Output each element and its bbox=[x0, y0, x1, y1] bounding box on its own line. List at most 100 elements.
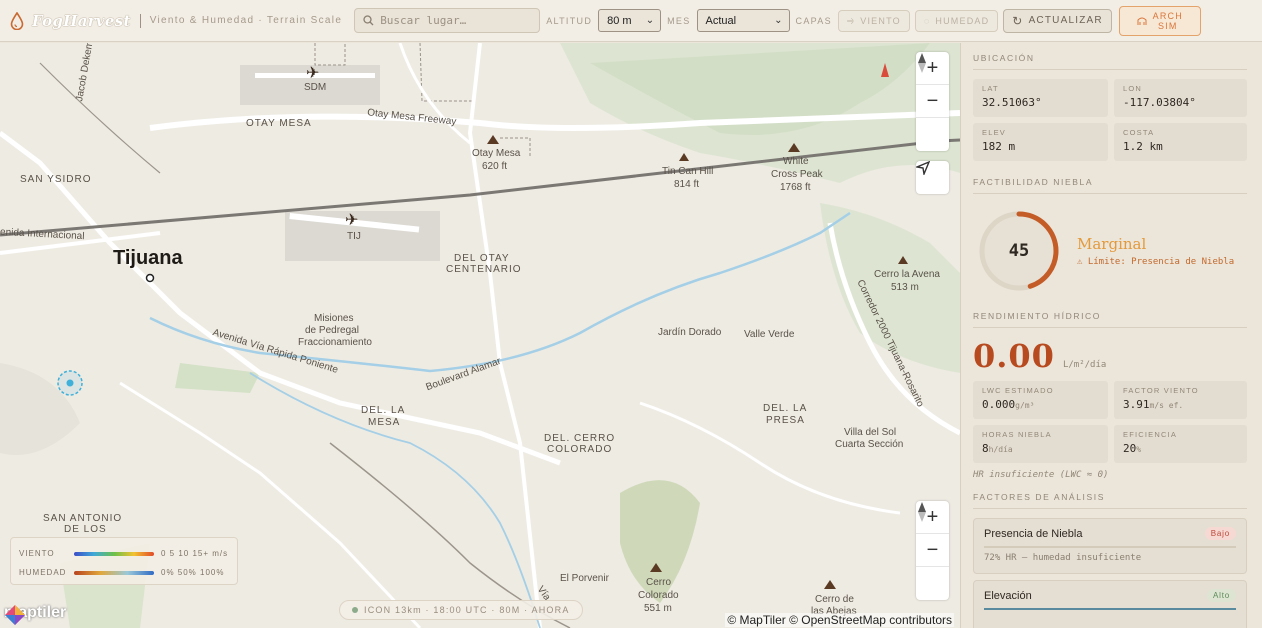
compass-button[interactable] bbox=[916, 502, 949, 600]
wind-gradient bbox=[74, 551, 154, 556]
feasibility-rating: Marginal bbox=[1077, 235, 1147, 253]
drop-logo-icon bbox=[10, 11, 24, 30]
search-icon bbox=[363, 15, 374, 26]
factor-progress bbox=[984, 608, 1236, 610]
yield-unit: L/m²/día bbox=[1062, 360, 1107, 370]
map-label: Jardín Dorado bbox=[658, 327, 722, 338]
fog-hours-value: 8 bbox=[982, 442, 989, 455]
layer-wind-label: VIENTO bbox=[860, 15, 901, 26]
humidity-legend-label: HUMEDAD bbox=[19, 568, 67, 577]
wind-scale: 0 5 10 15+ m/s bbox=[161, 549, 229, 558]
lat-cell: LAT 32.51063° bbox=[973, 79, 1108, 117]
humidity-gradient bbox=[74, 570, 154, 575]
elev-value: 182 m bbox=[982, 140, 1016, 153]
wind-legend-label: VIENTO bbox=[19, 549, 55, 558]
compass-icon bbox=[918, 53, 926, 73]
factor-description: 72% HR — humedad insuficiente bbox=[984, 553, 1142, 563]
navigation-arrow-icon bbox=[916, 161, 930, 175]
map-label: Misiones bbox=[314, 313, 354, 324]
search-box[interactable] bbox=[354, 8, 541, 33]
arch-label: ARCH bbox=[1152, 10, 1183, 21]
factor-name: Elevación bbox=[984, 589, 1032, 602]
lwc-unit: g/m³ bbox=[1015, 401, 1035, 410]
map-label: Cerro de bbox=[815, 594, 854, 605]
status-text: ICON 13km · 18:00 UTC · 80M · AHORA bbox=[364, 605, 570, 615]
arch-icon bbox=[1137, 17, 1147, 25]
compass-button[interactable] bbox=[916, 53, 949, 151]
coast-value: 1.2 km bbox=[1123, 140, 1163, 153]
fog-section-title: FACTIBILIDAD NIEBLA bbox=[973, 177, 1247, 194]
divider bbox=[139, 13, 141, 28]
feasibility-gauge: 45 bbox=[973, 205, 1065, 297]
zoom-out-button[interactable]: − bbox=[916, 534, 949, 567]
sim-label: SIM bbox=[1157, 20, 1178, 31]
elev-cell: ELEV 182 m bbox=[973, 123, 1108, 161]
altitude-select[interactable]: 80 m ⌄ bbox=[598, 9, 662, 32]
map-label: DE LOS bbox=[64, 524, 107, 535]
fog-hours-label: HORAS NIEBLA bbox=[982, 430, 1052, 439]
wind-legend-row: VIENTO 0 5 10 15+ m/s bbox=[19, 544, 229, 563]
status-dot bbox=[352, 607, 358, 613]
location-section-title: UBICACIÓN bbox=[973, 53, 1247, 70]
map-label: COLORADO bbox=[547, 444, 613, 455]
compass-icon bbox=[918, 502, 926, 522]
coast-cell: COSTA 1.2 km bbox=[1114, 123, 1247, 161]
factor-badge-low: Bajo bbox=[1204, 527, 1236, 540]
geolocate-control bbox=[916, 161, 949, 194]
layer-humidity-button[interactable]: ◌ HUMEDAD bbox=[914, 9, 999, 32]
fog-hours-unit: h/día bbox=[988, 445, 1013, 454]
chevron-down-icon: ⌄ bbox=[774, 15, 783, 26]
wind-factor-value: 3.91 bbox=[1123, 398, 1150, 411]
search-input[interactable] bbox=[380, 14, 531, 27]
factor-name: Presencia de Niebla bbox=[984, 527, 1083, 540]
coast-label: COSTA bbox=[1123, 128, 1155, 137]
map-label: Tin Can Hill bbox=[662, 166, 714, 177]
geolocate-button[interactable] bbox=[916, 161, 949, 194]
refresh-button[interactable]: ↻ ACTUALIZAR bbox=[1003, 8, 1112, 33]
layer-wind-button[interactable]: ⥤ VIENTO bbox=[837, 9, 910, 32]
map-label: Cuarta Sección bbox=[835, 439, 904, 450]
maptiler-logo[interactable]: maptiler bbox=[4, 604, 66, 625]
lon-label: LON bbox=[1123, 84, 1143, 93]
wind-factor-label: FACTOR VIENTO bbox=[1123, 386, 1199, 395]
brand-title: FogHarvest bbox=[32, 11, 131, 30]
map-label: 620 ft bbox=[482, 161, 508, 172]
yield-section-title: RENDIMIENTO HÍDRICO bbox=[973, 311, 1247, 328]
map-label: SAN ANTONIO bbox=[43, 513, 123, 524]
zoom-out-button[interactable]: − bbox=[916, 85, 949, 118]
lat-value: 32.51063° bbox=[982, 96, 1042, 109]
map-label: 814 ft bbox=[674, 179, 700, 190]
layer-legend: VIENTO 0 5 10 15+ m/s HUMEDAD 0% 50% 100… bbox=[10, 537, 238, 585]
map-label: CENTENARIO bbox=[446, 264, 522, 275]
lwc-cell: LWC ESTIMADO 0.000g/m³ bbox=[973, 381, 1108, 419]
map-label: de Pedregal bbox=[305, 325, 359, 336]
map-label: Cerro la Avena bbox=[874, 269, 940, 280]
yield-metrics: LWC ESTIMADO 0.000g/m³ FACTOR VIENTO 3.91m… bbox=[973, 381, 1247, 463]
refresh-icon: ↻ bbox=[1012, 13, 1024, 28]
map-label: TIJ bbox=[347, 231, 361, 242]
month-select[interactable]: Actual ⌄ bbox=[696, 9, 790, 32]
map-label: Colorado bbox=[638, 590, 679, 601]
efficiency-cell: EFICIENCIA 20% bbox=[1114, 425, 1247, 463]
refresh-label: ACTUALIZAR bbox=[1028, 15, 1103, 26]
maptiler-logo-icon bbox=[5, 605, 25, 625]
lwc-label: LWC ESTIMADO bbox=[982, 386, 1054, 395]
efficiency-unit: % bbox=[1136, 445, 1142, 454]
lon-cell: LON -117.03804° bbox=[1114, 79, 1247, 117]
map-label: SDM bbox=[304, 82, 327, 93]
map-label: 1768 ft bbox=[780, 182, 811, 193]
elev-label: ELEV bbox=[982, 128, 1006, 137]
map-canvas[interactable]: ✈ ✈ OTAY MESA Otay Mesa Freeway Otay Mes… bbox=[0, 43, 960, 628]
factor-progress bbox=[984, 546, 1236, 548]
factor-card-elevation[interactable]: Elevación Alto bbox=[973, 580, 1247, 628]
feasibility-block: 45 Marginal ⚠ Límite: Presencia de Niebl… bbox=[973, 203, 1247, 299]
arch-sim-button[interactable]: ARCH SIM bbox=[1118, 5, 1201, 36]
top-bar: FogHarvest Viento & Humedad · Terrain Sc… bbox=[0, 0, 1262, 42]
map-label: DEL OTAY bbox=[454, 253, 510, 264]
factor-badge-high: Alto bbox=[1207, 589, 1236, 602]
month-label: MES bbox=[667, 15, 691, 26]
zoom-controls-secondary: + − bbox=[916, 501, 949, 600]
map-attribution[interactable]: © MapTiler © OpenStreetMap contributors bbox=[725, 613, 954, 627]
factor-card-fog[interactable]: Presencia de Niebla Bajo 72% HR — humedad… bbox=[973, 518, 1247, 574]
lon-value: -117.03804° bbox=[1123, 96, 1196, 109]
